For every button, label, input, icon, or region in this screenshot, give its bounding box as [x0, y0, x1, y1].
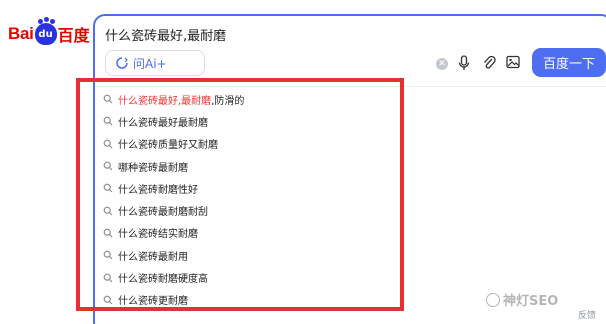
suggestion-item[interactable]: 什么瓷砖质量好又耐磨	[103, 133, 393, 155]
suggestion-item[interactable]: 什么瓷砖最耐磨耐刮	[103, 199, 393, 221]
suggestion-item[interactable]: 哪种瓷砖最耐磨	[103, 155, 393, 177]
search-icon	[103, 295, 113, 305]
suggestion-item[interactable]: 什么瓷砖最好最耐磨	[103, 110, 393, 132]
divider	[95, 86, 606, 87]
logo-text-du: du	[38, 28, 53, 40]
search-icon	[103, 228, 113, 238]
image-search-icon[interactable]	[506, 55, 520, 69]
paw-icon: du	[34, 19, 57, 45]
logo-text-bai: Bai	[8, 24, 34, 43]
ai-icon	[116, 57, 128, 69]
logo-text-cn: 百度	[57, 26, 90, 45]
search-submit-button[interactable]: 百度一下	[532, 48, 606, 77]
suggestion-highlight: 什么瓷砖最好,最耐磨	[118, 95, 212, 107]
watermark-icon	[486, 292, 500, 307]
watermark-text: 神灯SEO	[503, 294, 559, 309]
baidu-logo[interactable]: Bai du 百度	[8, 19, 90, 48]
suggestion-item[interactable]: 什么瓷砖耐磨性好	[103, 177, 393, 199]
suggestion-text: 什么瓷砖最耐磨耐刮	[118, 207, 208, 219]
search-icon	[103, 117, 113, 126]
clear-icon[interactable]: ✕	[436, 58, 448, 70]
suggestion-text: 什么瓷砖耐磨硬度高	[118, 274, 208, 286]
suggestion-text: 什么瓷砖质量好又耐磨	[118, 140, 218, 152]
suggestion-text: ,防滑的	[211, 95, 245, 107]
ask-ai-button[interactable]: 问Ai+	[105, 50, 205, 76]
search-icon	[103, 250, 113, 260]
search-icon	[103, 161, 113, 171]
feedback-link[interactable]: 反馈	[578, 308, 596, 321]
suggestion-list: 什么瓷砖最好,最耐磨 ,防滑的 什么瓷砖最好最耐磨 什么瓷砖质量好又耐磨 哪种瓷砖…	[103, 88, 393, 311]
ask-ai-label: 问Ai+	[133, 56, 167, 71]
watermark: 神灯SEO	[486, 290, 558, 309]
suggestion-text: 什么瓷砖结实耐磨	[118, 229, 198, 241]
search-icon	[103, 183, 113, 193]
microphone-icon[interactable]	[458, 55, 470, 71]
suggestion-item[interactable]: 什么瓷砖结实耐磨	[103, 222, 393, 244]
search-input[interactable]: 什么瓷砖最好,最耐磨	[105, 25, 226, 44]
suggestion-text: 什么瓷砖耐磨性好	[118, 184, 198, 196]
search-icon	[103, 273, 113, 282]
suggestion-text: 什么瓷砖最耐用	[118, 251, 188, 263]
suggestion-text: 什么瓷砖最好最耐磨	[118, 117, 208, 129]
suggestion-text: 哪种瓷砖最耐磨	[118, 162, 188, 174]
suggestion-item[interactable]: 什么瓷砖最好,最耐磨 ,防滑的	[103, 88, 393, 110]
suggestion-item[interactable]: 什么瓷砖最耐用	[103, 244, 393, 266]
suggestion-item[interactable]: 什么瓷砖耐磨硬度高	[103, 266, 393, 288]
search-icon	[103, 139, 113, 149]
suggestion-item[interactable]: 什么瓷砖更耐磨	[103, 289, 393, 311]
search-icon	[103, 206, 113, 216]
attachment-icon[interactable]	[482, 55, 496, 71]
suggestion-text: 什么瓷砖更耐磨	[118, 296, 188, 308]
search-icon	[103, 94, 113, 104]
